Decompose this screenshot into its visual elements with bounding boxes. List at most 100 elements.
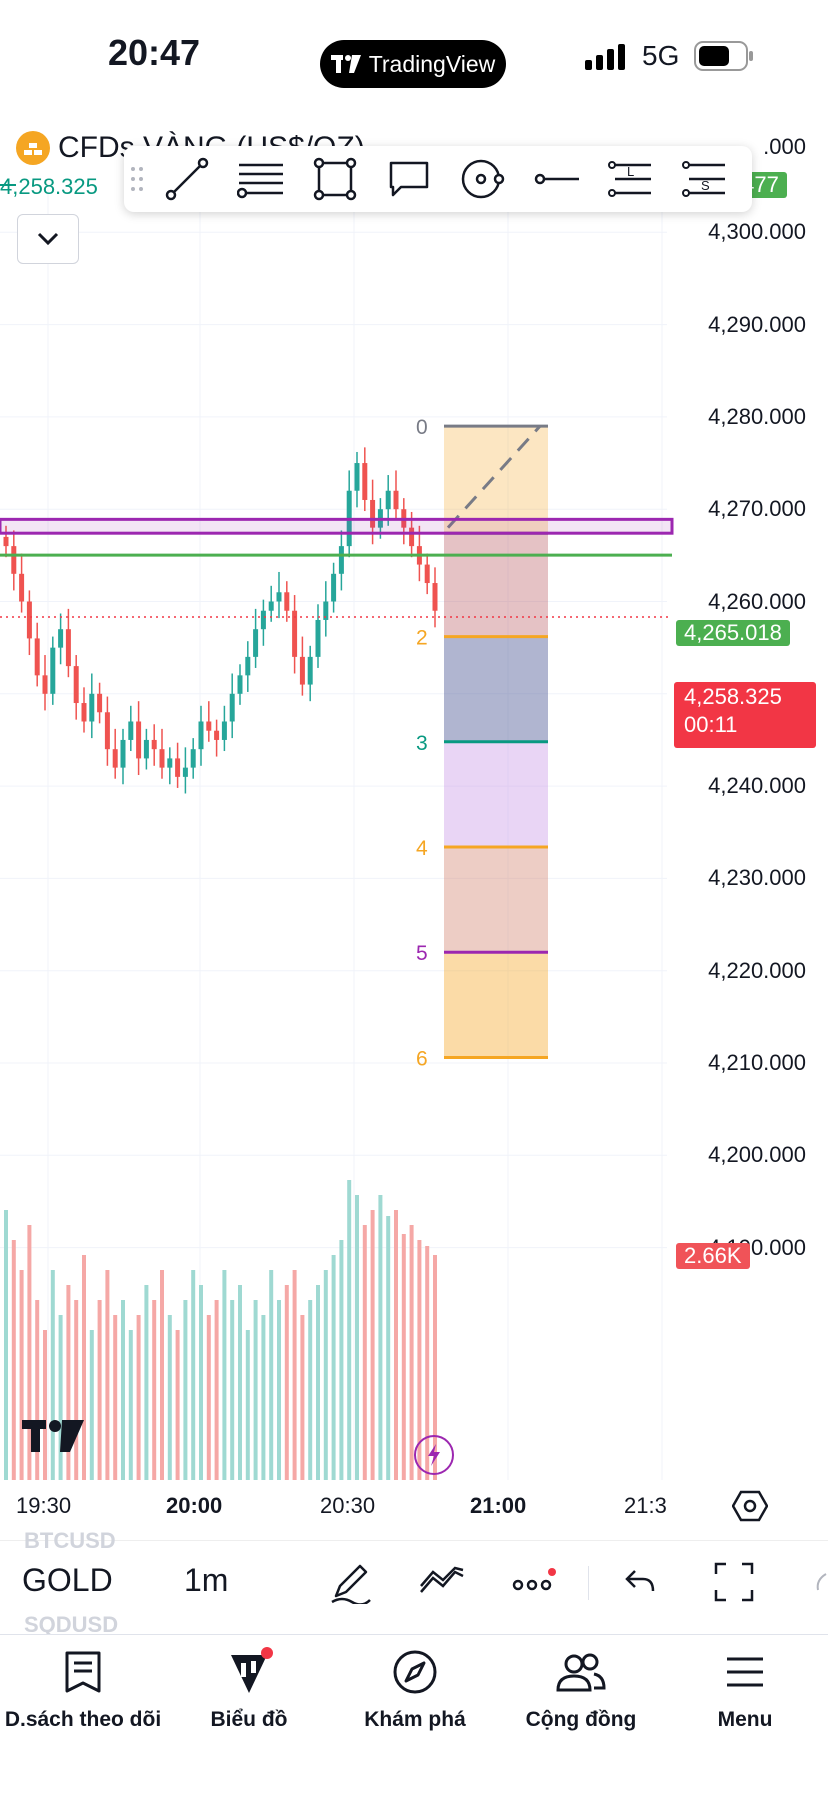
fib-extension-tool: 0 2 3 4 5 6 bbox=[416, 416, 548, 1070]
fib-zone bbox=[444, 426, 548, 534]
interval-button[interactable]: 1m bbox=[184, 1562, 228, 1599]
volume-bar bbox=[339, 1240, 344, 1480]
fib-level-label: 4 bbox=[416, 837, 428, 860]
nav-explore[interactable]: Khám phá bbox=[332, 1644, 498, 1732]
nav-community[interactable]: Cộng đồng bbox=[498, 1644, 664, 1732]
tradingview-logo-icon bbox=[330, 55, 361, 73]
nav-watchlist[interactable]: D.sách theo dõi bbox=[0, 1644, 166, 1732]
drag-handle-icon[interactable] bbox=[124, 146, 150, 212]
time-label: 19:30 bbox=[16, 1493, 72, 1518]
price-chart[interactable]: 0 2 3 4 5 6 bbox=[0, 190, 828, 1480]
fib-zone bbox=[444, 533, 548, 637]
horizontal-ray-tool-button[interactable] bbox=[520, 146, 594, 212]
short-position-icon: S bbox=[682, 161, 725, 197]
nav-explore-label: Khám phá bbox=[364, 1708, 466, 1731]
fib-zone bbox=[444, 952, 548, 1058]
parallel-channel-tool-button[interactable] bbox=[224, 146, 298, 212]
fullscreen-button[interactable] bbox=[710, 1558, 758, 1606]
compass-icon bbox=[393, 1650, 437, 1694]
nav-menu[interactable]: Menu bbox=[662, 1644, 828, 1732]
candle-body bbox=[11, 546, 17, 574]
indicators-icon bbox=[420, 1566, 464, 1593]
short-position-tool-button[interactable]: S bbox=[668, 146, 742, 212]
hamburger-menu-icon bbox=[727, 1657, 763, 1687]
lightning-replay-button[interactable] bbox=[414, 1435, 454, 1475]
volume-bar bbox=[183, 1300, 188, 1480]
candle-body bbox=[284, 592, 290, 611]
candle-body bbox=[167, 758, 173, 768]
price-axis-label: 4,290.000 bbox=[708, 311, 806, 337]
candle-body bbox=[268, 601, 274, 611]
rectangle-icon bbox=[313, 157, 357, 201]
toolbar-divider bbox=[588, 1566, 589, 1600]
long-position-tool-button[interactable]: L bbox=[594, 146, 668, 212]
more-options-button[interactable] bbox=[510, 1558, 558, 1606]
collapse-legend-button[interactable] bbox=[17, 214, 79, 264]
fib-level-label: 5 bbox=[416, 942, 428, 965]
candle-body bbox=[175, 758, 181, 777]
fib-level-label: 0 bbox=[416, 416, 428, 439]
drawing-brush-button[interactable] bbox=[326, 1558, 374, 1606]
time-label: 20:00 bbox=[166, 1493, 223, 1518]
volume-bar bbox=[113, 1315, 118, 1480]
drawing-toolbar[interactable]: L S bbox=[124, 146, 752, 212]
volume-bar bbox=[269, 1270, 274, 1480]
more-arrow-icon bbox=[812, 1572, 828, 1597]
indicators-button[interactable] bbox=[418, 1558, 466, 1606]
chevron-down-icon bbox=[37, 232, 59, 246]
fib-zone bbox=[444, 847, 548, 953]
bar-countdown: 00:11 bbox=[684, 712, 738, 737]
candle-body bbox=[182, 767, 188, 777]
volume-bar bbox=[284, 1285, 289, 1480]
candle-body bbox=[73, 666, 79, 704]
symbol-list-ghost-above: BTCUSD bbox=[24, 1528, 116, 1553]
volume-bar bbox=[394, 1210, 398, 1480]
price-axis-label: 4,200.000 bbox=[708, 1142, 806, 1168]
candle-body bbox=[331, 573, 337, 602]
candle-body bbox=[112, 749, 118, 768]
symbol-button[interactable]: GOLD bbox=[22, 1562, 113, 1599]
chart-settings-icon[interactable] bbox=[731, 1490, 769, 1527]
candle-body bbox=[128, 721, 134, 740]
volume-bar bbox=[347, 1180, 352, 1480]
candle-body bbox=[253, 629, 259, 657]
rectangle-tool-button[interactable] bbox=[298, 146, 372, 212]
candle-body bbox=[221, 721, 227, 740]
price-axis-label: 4,220.000 bbox=[708, 957, 806, 983]
volume-bar bbox=[238, 1285, 242, 1480]
time-label: 21:3 bbox=[624, 1493, 667, 1518]
volume-bar bbox=[331, 1255, 336, 1480]
nav-chart[interactable]: Biểu đồ bbox=[166, 1644, 332, 1732]
candle-body bbox=[424, 564, 430, 584]
chart-nav-icon bbox=[231, 1647, 273, 1693]
trend-line-tool-button[interactable] bbox=[150, 146, 224, 212]
volume-bar bbox=[121, 1300, 125, 1480]
horizontal-ray-icon bbox=[534, 173, 579, 185]
price-marker bbox=[0, 184, 16, 186]
green-line-price-tag: 4,265.018 bbox=[676, 620, 790, 646]
volume-bar bbox=[191, 1270, 196, 1480]
time-label: 21:00 bbox=[470, 1493, 527, 1518]
network-label: 5G bbox=[642, 40, 680, 71]
volume-bar bbox=[277, 1300, 281, 1480]
circle-tool-button[interactable] bbox=[446, 146, 520, 212]
candle-body bbox=[385, 490, 391, 510]
trend-line-icon bbox=[165, 157, 209, 201]
volume-bar bbox=[97, 1300, 102, 1480]
undo-button[interactable] bbox=[616, 1558, 664, 1606]
candle-body bbox=[354, 463, 360, 491]
watchlist-icon bbox=[65, 1651, 101, 1693]
app-pill-label: TradingView bbox=[368, 50, 496, 77]
callout-tool-button[interactable] bbox=[372, 146, 446, 212]
price-axis-label: 4,260.000 bbox=[708, 588, 806, 614]
circle-icon bbox=[461, 159, 505, 199]
symbol-price: 4,258.325 bbox=[0, 174, 98, 199]
community-icon bbox=[556, 1653, 606, 1692]
candle-body bbox=[393, 490, 399, 510]
candle-body bbox=[198, 721, 204, 750]
candle-body bbox=[42, 675, 48, 694]
tradingview-pill[interactable]: TradingView bbox=[320, 40, 506, 88]
candlestick-series bbox=[3, 447, 438, 794]
volume-bar bbox=[323, 1270, 328, 1480]
tradingview-watermark-icon bbox=[22, 1420, 84, 1457]
